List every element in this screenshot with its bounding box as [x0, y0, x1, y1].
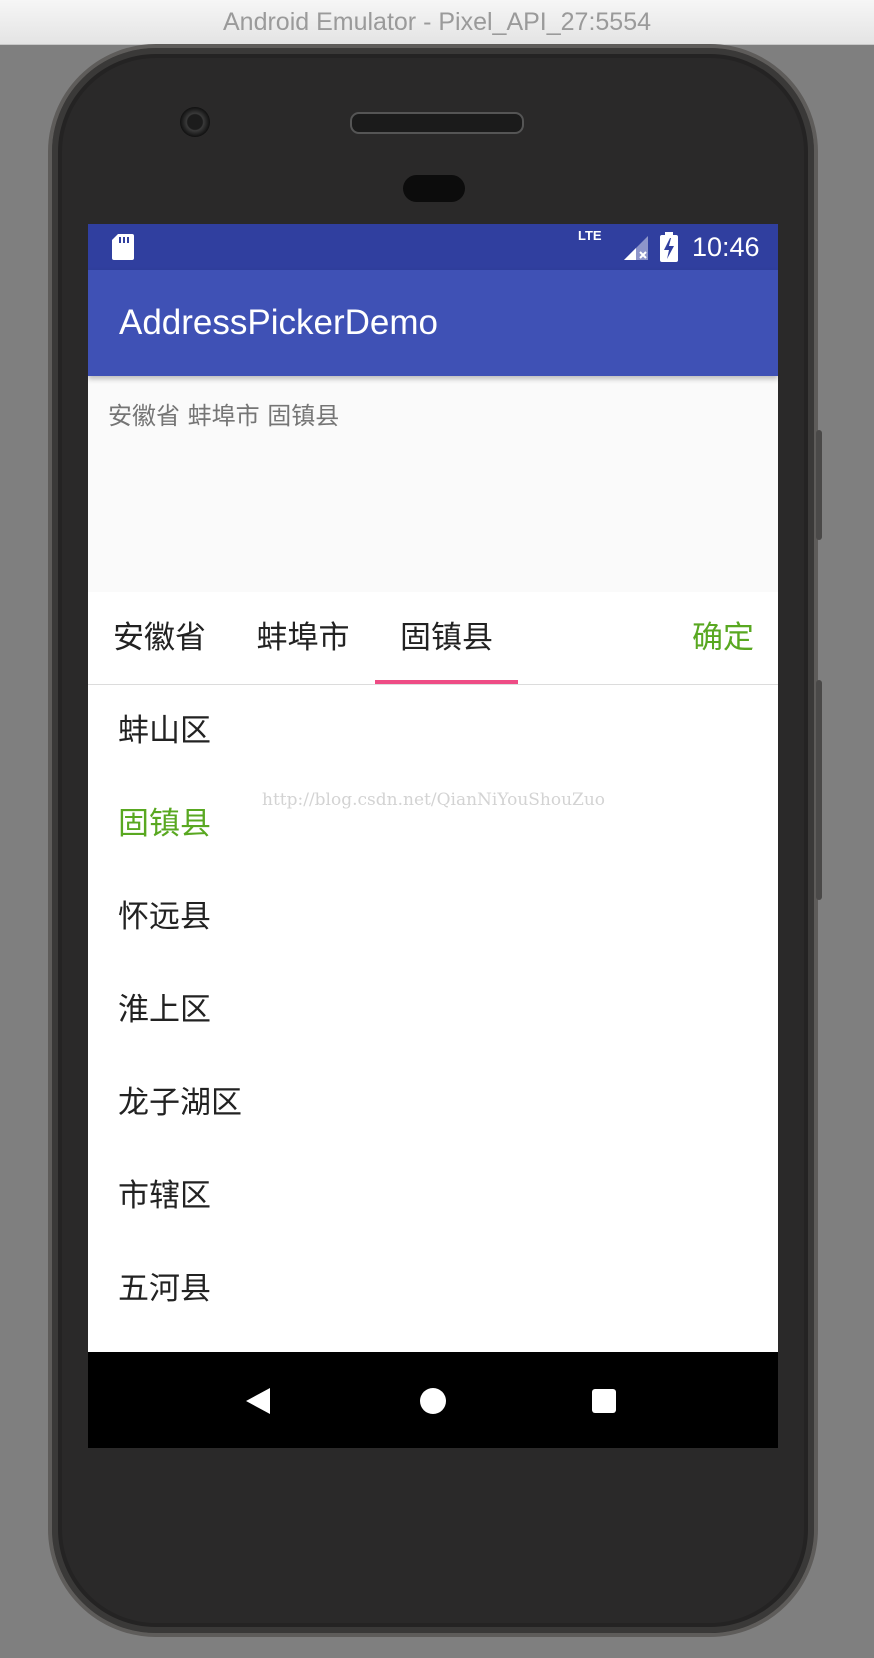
proximity-sensor [403, 175, 465, 202]
lte-label: LTE [578, 228, 602, 243]
list-item[interactable]: 龙子湖区 [88, 1057, 778, 1150]
tab-label: 固镇县 [400, 620, 493, 656]
list-item[interactable]: 蚌山区 [88, 685, 778, 778]
list-item[interactable]: 淮上区 [88, 964, 778, 1057]
app-bar: AddressPickerDemo [88, 270, 778, 376]
home-icon[interactable] [420, 1388, 446, 1414]
window-title: Android Emulator - Pixel_API_27:5554 [222, 8, 652, 36]
county-list: 蚌山区 固镇县 怀远县 淮上区 龙子湖区 市辖区 五河县 [88, 685, 778, 1336]
device-screen: LTE 10:46 AddressPickerDemo 安徽省 蚌埠市 固镇县 … [88, 224, 778, 1448]
back-icon[interactable] [246, 1388, 270, 1414]
watermark-text: http://blog.csdn.net/QianNiYouShouZuo [262, 790, 606, 810]
tab-city[interactable]: 蚌埠市 [231, 592, 375, 684]
address-picker: 安徽省 蚌埠市 固镇县 确定 蚌山区 固镇县 怀远县 淮上区 龙子湖区 市辖区 … [88, 592, 778, 1448]
recent-apps-icon[interactable] [592, 1389, 616, 1413]
tab-county[interactable]: 固镇县 [375, 592, 518, 684]
picker-tabs: 安徽省 蚌埠市 固镇县 确定 [88, 592, 778, 685]
list-item[interactable]: 五河县 [88, 1243, 778, 1336]
confirm-button[interactable]: 确定 [692, 592, 754, 684]
earpiece-speaker [350, 112, 524, 134]
app-title: AddressPickerDemo [119, 303, 438, 342]
tab-province[interactable]: 安徽省 [88, 592, 231, 684]
volume-button[interactable] [816, 680, 822, 900]
selected-address-text: 安徽省 蚌埠市 固镇县 [108, 402, 340, 430]
tab-label: 安徽省 [113, 620, 206, 656]
tab-label: 蚌埠市 [256, 620, 350, 656]
navigation-bar [88, 1352, 778, 1448]
status-time: 10:46 [692, 232, 760, 262]
status-bar: LTE 10:46 [88, 224, 778, 270]
battery-charging-icon [660, 232, 678, 262]
tab-indicator [375, 680, 518, 684]
window-title-bar: Android Emulator - Pixel_API_27:5554 [0, 0, 874, 45]
sd-card-icon [112, 234, 134, 260]
list-item[interactable]: 怀远县 [88, 871, 778, 964]
main-content: 安徽省 蚌埠市 固镇县 [88, 376, 778, 592]
power-button[interactable] [816, 430, 822, 540]
front-camera [180, 107, 210, 137]
list-item[interactable]: 市辖区 [88, 1150, 778, 1243]
lte-signal-icon [624, 236, 648, 260]
